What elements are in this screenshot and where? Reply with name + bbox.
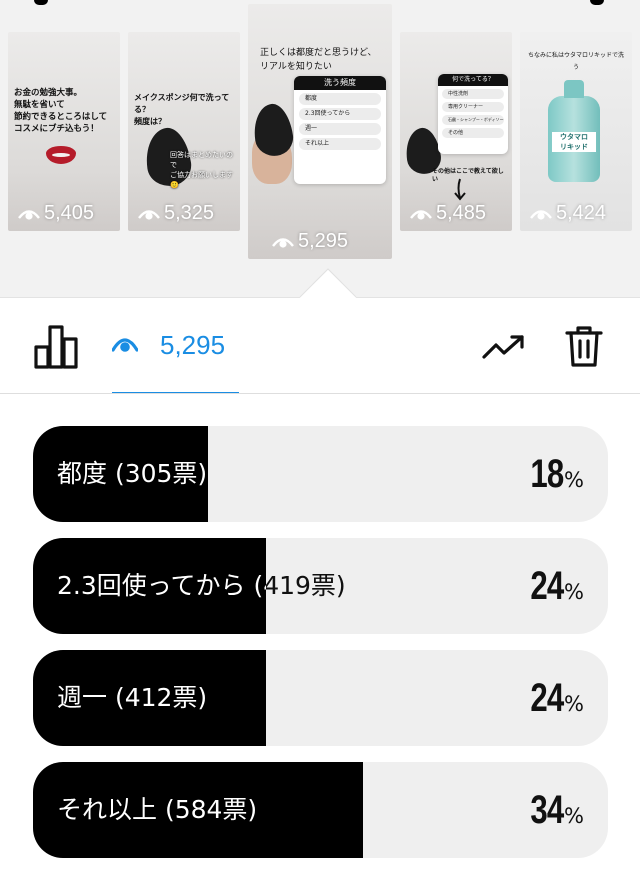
trash-icon[interactable] [565, 325, 603, 367]
insights-toolbar: 5,295 [0, 298, 640, 394]
eye-icon [530, 209, 552, 220]
eye-icon [410, 209, 432, 220]
poll-sticker-option: 都度 [299, 93, 381, 105]
story-caption: その他はここで教えて欲しい [432, 168, 504, 183]
story-thumbnail-selected[interactable]: 正しくは都度だと思うけど、 リアルを知りたい 洗う頻度 都度 2.3回使ってから… [248, 4, 392, 259]
poll-sticker: 洗う頻度 都度 2.3回使ってから 週一 それ以上 [294, 76, 386, 184]
lips-illustration [46, 146, 76, 164]
story-caption: ちなみに私はウタマロリキッドで洗う [527, 52, 624, 71]
poll-sticker-option: 専用クリーナー [442, 102, 504, 112]
eye-icon [138, 209, 160, 220]
story-thumbnail[interactable]: メイクスポンジ何で洗ってる？ 頻度は？ 回答はまとめたいので ご協力お願いします… [128, 32, 240, 231]
poll-result-percent: 34% [529, 788, 584, 832]
poll-result-percent: 24% [529, 676, 584, 720]
poll-result-option: 都度 (305票) 18% [33, 426, 608, 522]
poll-sticker: 何で洗ってる？ 中性洗剤 専用クリーナー 石鹸・シャンプー・ボディソープ その他 [438, 74, 508, 154]
story-view-count: 5,405 [18, 202, 94, 225]
story-view-count: 5,424 [530, 202, 606, 225]
poll-result-option: 週一 (412票) 24% [33, 650, 608, 746]
story-subcaption: 回答はまとめたいので ご協力お願いします🙂 [170, 151, 233, 189]
story-thumbnail[interactable]: 何で洗ってる？ 中性洗剤 専用クリーナー 石鹸・シャンプー・ボディソープ その他… [400, 32, 512, 231]
views-count[interactable]: 5,295 [160, 330, 225, 361]
poll-result-percent: 24% [529, 564, 584, 608]
story-thumbnail[interactable]: お金の勉強大事。 無駄を省いて 節約できるところはして コスメにブチ込もう！ 5… [8, 32, 120, 231]
poll-result-label: 都度 (305票) [57, 459, 208, 488]
status-glyph [590, 0, 604, 5]
story-caption: メイクスポンジ何で洗ってる？ 頻度は？ [134, 93, 230, 126]
toolbar-divider [0, 393, 640, 394]
poll-result-label: 2.3回使ってから (419票) [57, 571, 346, 600]
bar-chart-icon[interactable] [34, 325, 78, 369]
poll-sticker-option: 2.3回使ってから [299, 108, 381, 120]
story-strip: お金の勉強大事。 無駄を省いて 節約できるところはして コスメにブチ込もう！ 5… [0, 0, 640, 297]
trending-up-icon[interactable] [482, 333, 526, 361]
poll-sticker-option: 中性洗剤 [442, 89, 504, 99]
story-thumbnail[interactable]: ちなみに私はウタマロリキッドで洗う ウタマロ リキッド 5,424 [520, 32, 632, 231]
poll-sticker-option: それ以上 [299, 138, 381, 150]
poll-sticker-title: 何で洗ってる？ [438, 74, 508, 86]
story-view-count: 5,325 [138, 202, 214, 225]
poll-result-label: それ以上 (584票) [57, 795, 258, 824]
eye-icon [18, 209, 40, 220]
poll-sticker-option: その他 [442, 128, 504, 138]
poll-result-option: 2.3回使ってから (419票) 24% [33, 538, 608, 634]
poll-result-percent: 18% [529, 452, 584, 496]
poll-sticker-title: 洗う頻度 [294, 76, 386, 90]
poll-sticker-option: 週一 [299, 123, 381, 135]
bottle-label: ウタマロ リキッド [552, 132, 596, 152]
arrow-doodle-icon [454, 178, 466, 201]
eye-icon [272, 237, 294, 248]
poll-result-option: それ以上 (584票) 34% [33, 762, 608, 858]
story-view-count: 5,485 [410, 202, 486, 225]
poll-result-label: 週一 (412票) [57, 683, 208, 712]
bottle-image: ウタマロ リキッド [548, 80, 600, 182]
story-view-count: 5,295 [272, 230, 348, 253]
poll-sticker-option: 石鹸・シャンプー・ボディソープ [442, 115, 504, 125]
eye-icon[interactable] [112, 334, 138, 354]
story-caption: お金の勉強大事。 無駄を省いて 節約できるところはして コスメにブチ込もう！ [14, 88, 108, 134]
story-caption: 正しくは都度だと思うけど、 リアルを知りたい [260, 48, 377, 72]
status-glyph [34, 0, 48, 5]
